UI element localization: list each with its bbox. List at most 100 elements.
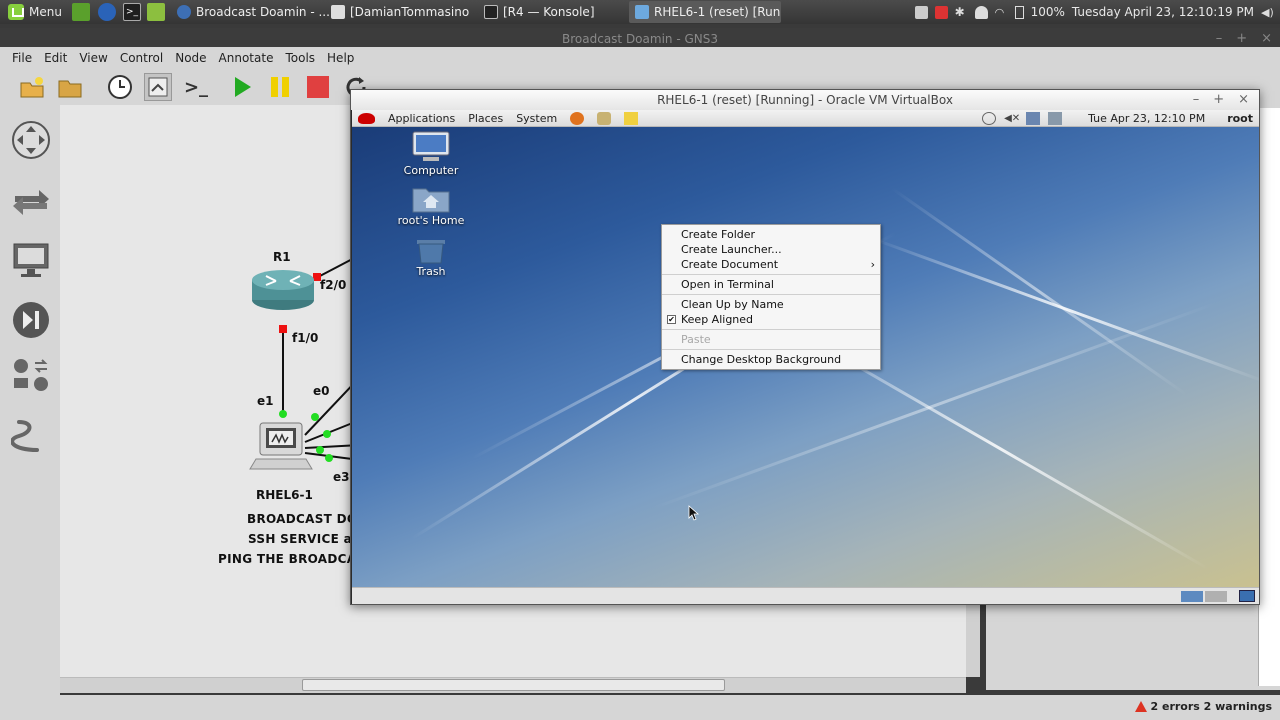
browse-security-devices-button[interactable] [10, 299, 52, 341]
menu-item-change-background[interactable]: Change Desktop Background [662, 352, 880, 367]
menu-control[interactable]: Control [114, 51, 169, 65]
start-all-button[interactable] [228, 73, 256, 101]
console-all-button[interactable]: >_ [182, 73, 210, 101]
battery-icon[interactable] [1014, 5, 1024, 19]
menu-annotate[interactable]: Annotate [213, 51, 280, 65]
note-line-2[interactable]: SSH SERVICE a [248, 532, 352, 546]
menu-item-open-terminal[interactable]: Open in Terminal [662, 277, 880, 292]
menu-separator [662, 294, 880, 295]
maximize-icon[interactable]: + [1213, 90, 1224, 110]
stop-all-button[interactable] [304, 73, 332, 101]
link-up-indicator [279, 410, 287, 418]
files-icon[interactable] [147, 3, 165, 21]
computer-icon [412, 131, 450, 161]
router-r1[interactable] [252, 270, 314, 310]
firefox-icon[interactable] [98, 3, 116, 21]
workspace-2-icon[interactable] [1205, 591, 1227, 602]
battery-percent: 100% [1030, 5, 1065, 19]
error-warning-status[interactable]: 2 errors 2 warnings [1134, 700, 1272, 713]
wifi-icon[interactable]: ◠ [995, 6, 1008, 19]
guest-desktop[interactable]: Computer root's Home Trash Create Folder… [352, 127, 1259, 587]
menu-item-create-folder[interactable]: Create Folder [662, 227, 880, 242]
workspace-1-icon[interactable] [1181, 591, 1203, 602]
add-link-button[interactable] [10, 415, 52, 457]
close-icon[interactable]: × [1238, 90, 1249, 110]
notes-icon[interactable] [624, 112, 639, 125]
menu-help[interactable]: Help [321, 51, 360, 65]
menu-places[interactable]: Places [468, 112, 503, 125]
menu-item-create-launcher[interactable]: Create Launcher... [662, 242, 880, 257]
desktop-icon-trash[interactable]: Trash [386, 235, 476, 278]
email-icon[interactable] [597, 112, 612, 125]
menu-item-create-document[interactable]: Create Document › [662, 257, 880, 272]
browse-routers-button[interactable] [10, 119, 52, 161]
terminal-icon[interactable]: >_ [123, 3, 141, 21]
menu-system[interactable]: System [516, 112, 557, 125]
update-icon[interactable] [982, 112, 997, 125]
clock[interactable]: Tuesday April 23, 12:10:19 PM [1072, 5, 1254, 19]
desktop-icon-computer[interactable]: Computer [386, 130, 476, 177]
menu-item-keep-aligned[interactable]: ✔ Keep Aligned [662, 312, 880, 327]
virtualbox-title: RHEL6-1 (reset) [Running] - Oracle VM Vi… [351, 90, 1259, 110]
screenshot-icon[interactable] [914, 5, 928, 19]
menu-tools[interactable]: Tools [279, 51, 321, 65]
redhat-logo-icon [358, 113, 375, 124]
gns3-icon [177, 5, 191, 19]
menu-file[interactable]: File [6, 51, 38, 65]
gns3-status-bar: 2 errors 2 warnings [0, 695, 1280, 720]
browse-switches-button[interactable] [10, 180, 52, 222]
open-project-button[interactable] [56, 73, 84, 101]
menu-item-label: Keep Aligned [681, 313, 754, 326]
start-menu-button[interactable]: Menu [4, 3, 66, 21]
guest-user[interactable]: root [1227, 112, 1253, 125]
snapshot-button[interactable] [106, 73, 134, 101]
play-pause-icon [13, 302, 49, 338]
suspend-all-button[interactable] [266, 73, 294, 101]
router-move-icon [12, 121, 50, 159]
show-desktop-icon[interactable] [72, 3, 90, 21]
network-icon[interactable] [1026, 112, 1041, 125]
note-line-3[interactable]: PING THE BROADCA [218, 552, 356, 566]
trash-applet-icon[interactable] [1239, 590, 1255, 602]
document-icon [331, 5, 345, 19]
menu-edit[interactable]: Edit [38, 51, 73, 65]
show-interface-labels-button[interactable] [144, 73, 172, 101]
menu-item-clean-up[interactable]: Clean Up by Name [662, 297, 880, 312]
new-project-button[interactable] [18, 73, 46, 101]
router-label: R1 [273, 250, 291, 264]
virtualbox-status-bar [352, 587, 1259, 604]
host-label: RHEL6-1 [256, 488, 313, 502]
task-konsole[interactable]: [R4 — Konsole] [478, 1, 618, 23]
user-icon[interactable] [974, 5, 988, 19]
menu-node[interactable]: Node [169, 51, 212, 65]
network-2-icon[interactable] [1048, 112, 1063, 125]
firefox-icon[interactable] [570, 112, 585, 125]
recorder-icon[interactable] [934, 5, 948, 19]
system-panel: Menu >_ Broadcast Doamin - ... [DamianTo… [0, 0, 1280, 24]
task-document[interactable]: [DamianTommasino... [325, 1, 470, 23]
horizontal-scroll-thumb[interactable] [302, 679, 725, 691]
system-tray: ✱ ◠ 100% Tuesday April 23, 12:10:19 PM ◀… [914, 3, 1274, 21]
task-label: [DamianTommasino... [350, 5, 470, 19]
host-rhel6-1[interactable] [249, 422, 313, 470]
note-line-1[interactable]: BROADCAST DO [247, 512, 357, 526]
browse-end-devices-button[interactable] [10, 239, 52, 281]
menu-applications[interactable]: Applications [388, 112, 455, 125]
volume-muted-icon[interactable]: ◀✕ [1004, 112, 1020, 125]
port-label-e1: e1 [257, 394, 274, 408]
task-label: [R4 — Konsole] [503, 5, 595, 19]
minimize-icon[interactable]: – [1193, 90, 1200, 110]
desktop-icon-home[interactable]: root's Home [386, 184, 476, 227]
interface-labels-icon [148, 77, 168, 97]
topology-summary-panel[interactable] [1258, 108, 1280, 686]
guest-clock[interactable]: Tue Apr 23, 12:10 PM [1088, 112, 1205, 125]
menu-separator [662, 349, 880, 350]
task-virtualbox[interactable]: RHEL6-1 (reset) [Run... [629, 1, 781, 23]
menu-view[interactable]: View [73, 51, 113, 65]
browse-all-devices-button[interactable] [10, 355, 52, 397]
port-label-f1-0: f1/0 [292, 331, 319, 345]
task-gns3[interactable]: Broadcast Doamin - ... [171, 1, 339, 23]
volume-icon[interactable]: ◀) [1261, 6, 1274, 19]
virtualbox-window-controls: – + × [1193, 90, 1249, 110]
bluetooth-icon[interactable]: ✱ [955, 5, 968, 19]
